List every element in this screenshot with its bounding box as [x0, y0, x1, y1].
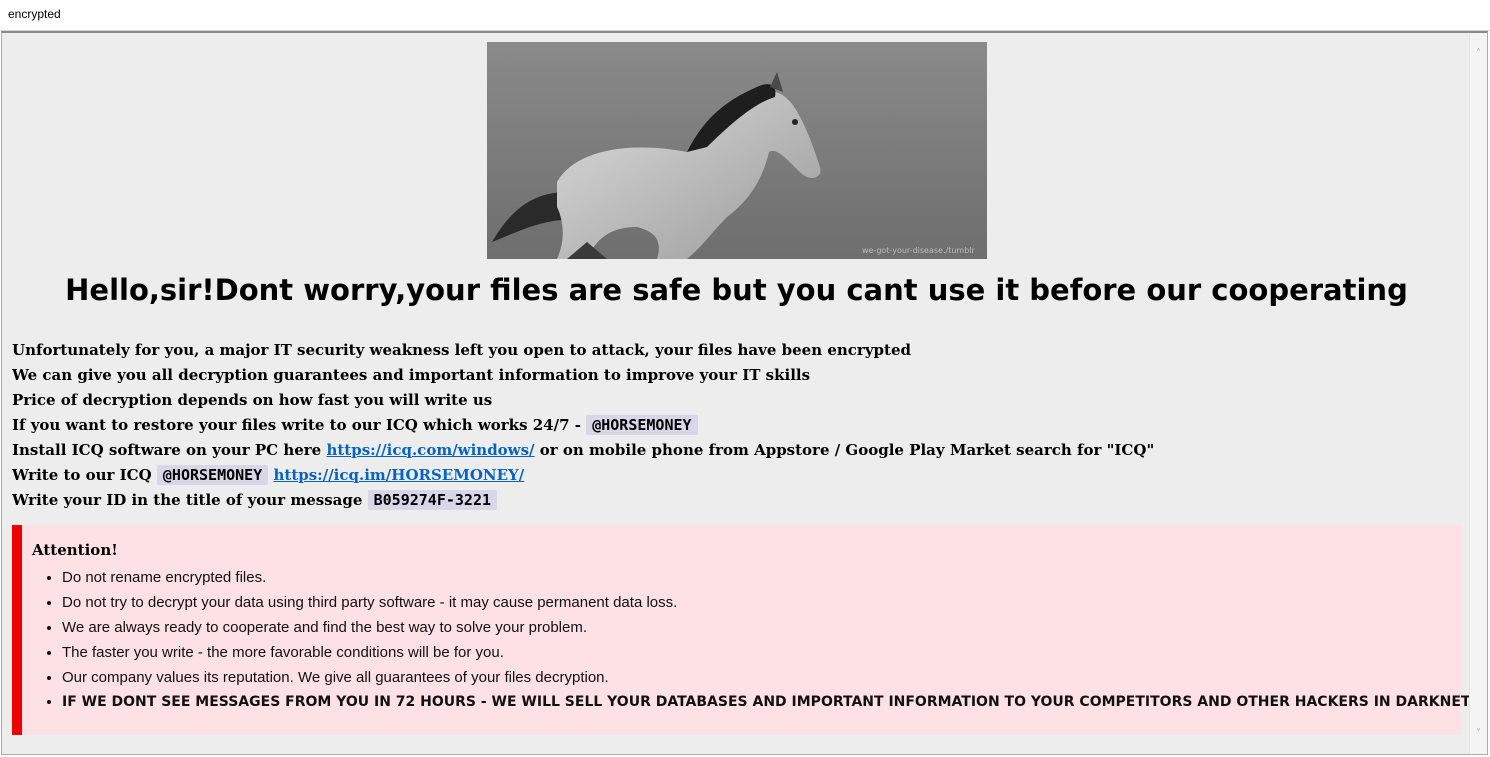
attention-list: Do not rename encrypted files. Do not tr… — [22, 565, 1474, 715]
instruction-text: If you want to restore your files write … — [12, 416, 587, 434]
instruction-line: Install ICQ software on your PC here htt… — [12, 438, 1452, 463]
attention-box: Attention! Do not rename encrypted files… — [12, 525, 1474, 735]
instruction-line: Write to our ICQ @HORSEMONEY https://icq… — [12, 463, 1452, 488]
instruction-text: or on mobile phone from Appstore / Googl… — [534, 441, 1155, 459]
window-title: encrypted — [8, 7, 61, 21]
window-titlebar: encrypted — [0, 0, 1490, 31]
page-headline: Hello,sir!Dont worry,your files are safe… — [65, 273, 1408, 307]
instruction-line: Price of decryption depends on how fast … — [12, 391, 493, 409]
attention-item: The faster you write - the more favorabl… — [62, 640, 1474, 665]
instruction-text: Write to our ICQ — [12, 466, 157, 484]
running-horse-illustration: we-got-your-disease./tumblr — [487, 42, 987, 259]
attention-title: Attention! — [32, 541, 118, 559]
attention-item-warning: IF WE DONT SEE MESSAGES FROM YOU IN 72 H… — [62, 690, 1474, 715]
icq-profile-link[interactable]: https://icq.im/HORSEMONEY/ — [273, 466, 524, 484]
instruction-line: If you want to restore your files write … — [12, 413, 1452, 438]
icq-handle-tag: @HORSEMONEY — [156, 465, 269, 485]
ransom-instructions: Unfortunately for you, a major IT securi… — [12, 338, 1452, 513]
image-watermark: we-got-your-disease./tumblr — [862, 246, 975, 255]
page-content: we-got-your-disease./tumblr Hello,sir!Do… — [2, 33, 1474, 754]
attention-item: We are always ready to cooperate and fin… — [62, 615, 1474, 640]
instruction-line: We can give you all decryption guarantee… — [12, 366, 811, 384]
html-viewer-frame: we-got-your-disease./tumblr Hello,sir!Do… — [1, 31, 1488, 755]
instruction-line: Write your ID in the title of your messa… — [12, 488, 1452, 513]
attention-item: Our company values its reputation. We gi… — [62, 665, 1474, 690]
horse-banner-image: we-got-your-disease./tumblr — [487, 42, 987, 259]
scroll-up-icon[interactable]: ˄ — [1472, 47, 1485, 60]
attention-item: Do not try to decrypt your data using th… — [62, 590, 1474, 615]
instruction-text: Write your ID in the title of your messa… — [12, 491, 368, 509]
scroll-down-icon[interactable]: ˅ — [1472, 727, 1485, 740]
instruction-line: Unfortunately for you, a major IT securi… — [12, 341, 911, 359]
vertical-scrollbar[interactable]: ˄ ˅ — [1469, 33, 1487, 754]
instruction-text: Install ICQ software on your PC here — [12, 441, 327, 459]
victim-id-tag: B059274F-3221 — [367, 490, 498, 510]
icq-download-link[interactable]: https://icq.com/windows/ — [326, 441, 534, 459]
icq-handle-tag: @HORSEMONEY — [586, 415, 698, 435]
attention-item: Do not rename encrypted files. — [62, 565, 1474, 590]
